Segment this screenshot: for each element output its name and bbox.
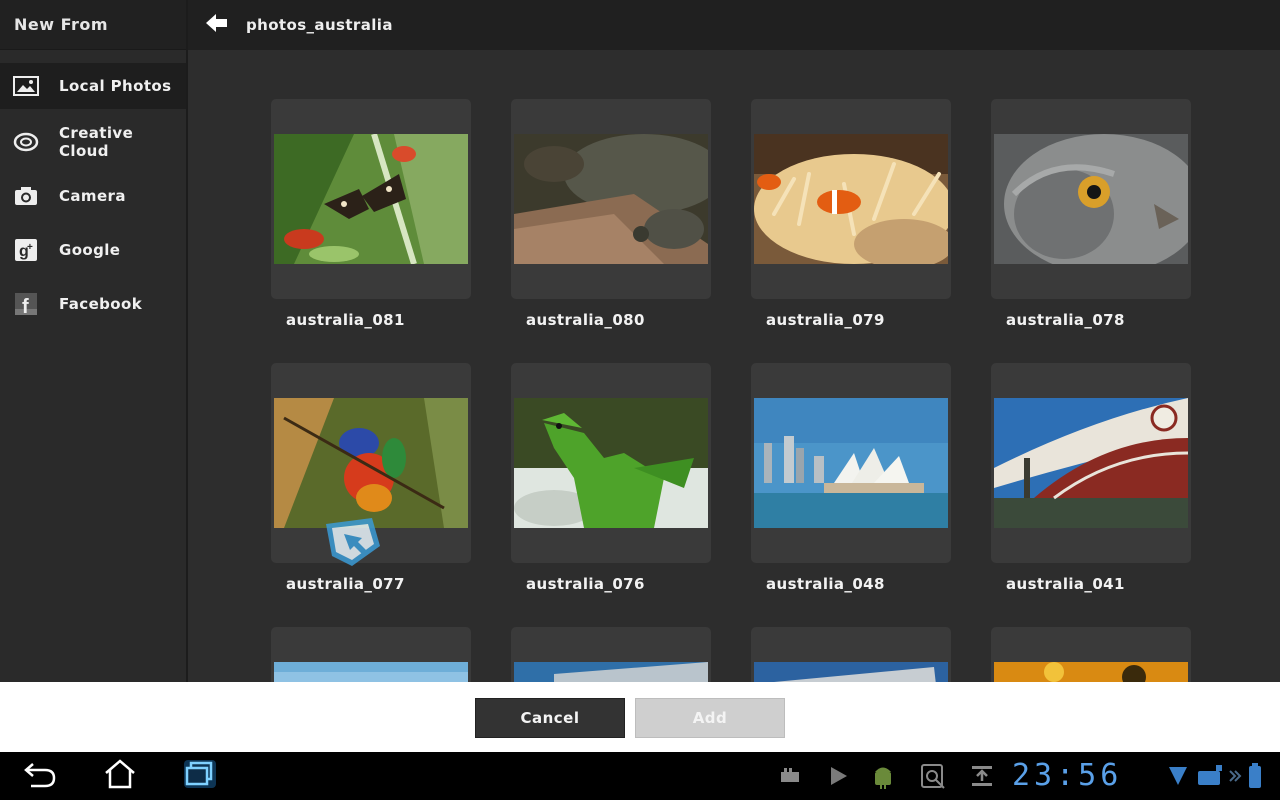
status-sd-card-icon bbox=[920, 762, 946, 790]
photo-label: australia_080 bbox=[526, 311, 645, 329]
sidebar-item-local-photos[interactable]: Local Photos bbox=[0, 63, 186, 109]
image-icon bbox=[13, 74, 39, 98]
photo-label: australia_081 bbox=[286, 311, 405, 329]
photo-thumbnail-lorikeet bbox=[274, 398, 468, 528]
photo-card[interactable] bbox=[271, 627, 471, 682]
back-arrow-icon bbox=[206, 14, 228, 36]
photo-thumbnail-iguana bbox=[514, 398, 708, 528]
sidebar: New From Local Photos Creative Cloud Cam… bbox=[0, 0, 188, 682]
photo-card[interactable]: australia_080 bbox=[511, 99, 711, 329]
photo-card[interactable]: australia_079 bbox=[751, 99, 951, 329]
watermark-logo-icon bbox=[322, 516, 384, 568]
photo-label: australia_078 bbox=[1006, 311, 1125, 329]
status-android-debug-icon bbox=[872, 762, 894, 790]
photo-thumbnail-owl bbox=[994, 134, 1188, 264]
sidebar-item-label: Camera bbox=[59, 187, 126, 205]
sidebar-item-label: Creative Cloud bbox=[59, 124, 134, 160]
system-recent-apps-button[interactable] bbox=[178, 758, 222, 794]
keyboard-battery-icon bbox=[1196, 762, 1224, 790]
undo-arrow-icon bbox=[23, 760, 57, 792]
facebook-icon: f bbox=[13, 292, 39, 316]
status-media-icon bbox=[780, 762, 800, 790]
dialog-footer: Cancel Add bbox=[0, 682, 1280, 752]
add-button: Add bbox=[635, 698, 785, 738]
photo-thumbnail-bridge bbox=[994, 398, 1188, 528]
creative-cloud-icon bbox=[13, 130, 39, 154]
status-clock: 23:56 bbox=[1012, 758, 1123, 793]
sidebar-title: New From bbox=[0, 0, 186, 50]
system-back-button[interactable] bbox=[18, 758, 62, 794]
photo-thumbnail-city bbox=[754, 662, 948, 682]
photo-card[interactable]: australia_078 bbox=[991, 99, 1191, 329]
sidebar-item-creative-cloud[interactable]: Creative Cloud bbox=[0, 119, 186, 165]
camera-icon bbox=[13, 184, 39, 208]
photo-label: australia_041 bbox=[1006, 575, 1125, 593]
header-bar: photos_australia bbox=[188, 0, 1280, 50]
photo-card[interactable]: australia_076 bbox=[511, 363, 711, 593]
photo-card[interactable] bbox=[511, 627, 711, 682]
photo-label: australia_076 bbox=[526, 575, 645, 593]
photo-thumbnail-opera-house bbox=[754, 398, 948, 528]
photo-card[interactable] bbox=[991, 627, 1191, 682]
status-play-icon bbox=[830, 762, 848, 790]
photo-label: australia_079 bbox=[766, 311, 885, 329]
photo-thumbnail-sky bbox=[274, 662, 468, 682]
photo-label: australia_077 bbox=[286, 575, 405, 593]
sidebar-item-label: Local Photos bbox=[59, 77, 172, 95]
home-icon bbox=[104, 759, 136, 793]
system-navigation-bar: 23:56 bbox=[0, 752, 1280, 800]
photo-thumbnail-flowers bbox=[994, 662, 1188, 682]
photo-grid: australia_081 australia_080 australia_07… bbox=[188, 50, 1280, 682]
sidebar-item-camera[interactable]: Camera bbox=[0, 173, 186, 219]
photo-card[interactable]: australia_081 bbox=[271, 99, 471, 329]
photo-card[interactable]: australia_048 bbox=[751, 363, 951, 593]
sidebar-item-label: Facebook bbox=[59, 295, 143, 313]
recent-apps-icon bbox=[182, 758, 218, 794]
photo-card[interactable]: australia_041 bbox=[991, 363, 1191, 593]
google-icon: g + bbox=[13, 238, 39, 262]
photo-thumbnail-turtles bbox=[514, 134, 708, 264]
status-download-icon bbox=[970, 762, 994, 790]
photo-thumbnail-building bbox=[514, 662, 708, 682]
wifi-signal-icon bbox=[1168, 762, 1188, 790]
chevron-right-double-icon bbox=[1228, 762, 1242, 790]
photo-label: australia_048 bbox=[766, 575, 885, 593]
cancel-button[interactable]: Cancel bbox=[475, 698, 625, 738]
photo-thumbnail-butterfly bbox=[274, 134, 468, 264]
svg-text:f: f bbox=[22, 296, 29, 316]
photo-thumbnail-clownfish bbox=[754, 134, 948, 264]
back-button[interactable] bbox=[202, 10, 232, 40]
sidebar-item-facebook[interactable]: f Facebook bbox=[0, 281, 186, 327]
photo-card[interactable] bbox=[751, 627, 951, 682]
system-home-button[interactable] bbox=[98, 758, 142, 794]
sidebar-item-google[interactable]: g + Google bbox=[0, 227, 186, 273]
folder-title: photos_australia bbox=[246, 16, 393, 34]
sidebar-item-label: Google bbox=[59, 241, 121, 259]
battery-icon bbox=[1248, 762, 1262, 790]
svg-text:+: + bbox=[27, 242, 33, 253]
